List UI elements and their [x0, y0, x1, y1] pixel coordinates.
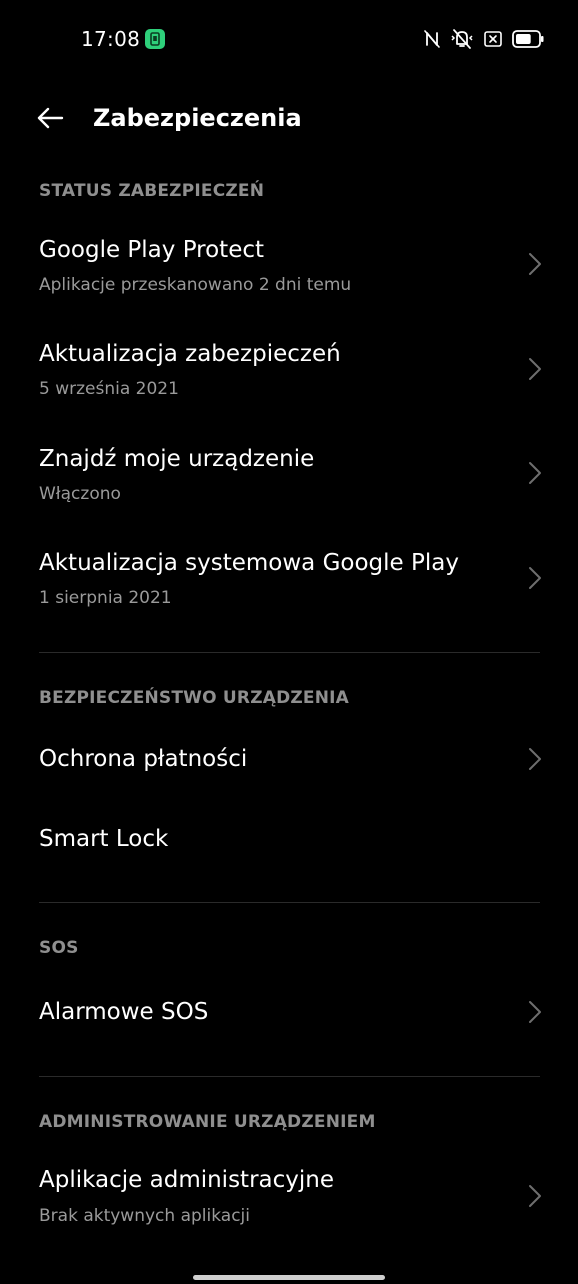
chevron-right-icon	[529, 1185, 541, 1207]
home-indicator[interactable]	[193, 1275, 385, 1280]
list-item-subtitle: 1 sierpnia 2021	[39, 588, 172, 608]
section-header-security-status: STATUS ZABEZPIECZEŃ	[39, 181, 265, 201]
list-item-subtitle: Aplikacje przeskanowano 2 dni temu	[39, 275, 352, 295]
list-item-title: Aktualizacja systemowa Google Play	[39, 550, 459, 576]
list-item-title: Smart Lock	[39, 826, 169, 852]
chevron-right-icon	[529, 567, 541, 589]
no-sim-icon	[484, 31, 502, 47]
chevron-right-icon	[529, 253, 541, 275]
status-bar: 17:08	[0, 0, 578, 78]
divider	[39, 652, 540, 653]
list-item-security-update[interactable]: Aktualizacja zabezpieczeń 5 września 202…	[0, 326, 578, 426]
list-item-title: Znajdź moje urządzenie	[39, 446, 315, 472]
list-item-title: Aplikacje administracyjne	[39, 1167, 335, 1193]
divider	[39, 902, 540, 903]
list-item-title: Aktualizacja zabezpieczeń	[39, 341, 341, 367]
page-title: Zabezpieczenia	[93, 104, 302, 132]
chevron-right-icon	[529, 358, 541, 380]
divider	[39, 1076, 540, 1077]
list-item-title: Google Play Protect	[39, 237, 265, 263]
chevron-right-icon	[529, 748, 541, 770]
list-item-google-play-system-update[interactable]: Aktualizacja systemowa Google Play 1 sie…	[0, 535, 578, 635]
list-item-find-my-device[interactable]: Znajdź moje urządzenie Włączono	[0, 430, 578, 530]
status-time: 17:08	[81, 27, 141, 51]
app-bar: Zabezpieczenia	[0, 86, 578, 150]
section-header-device-admin: ADMINISTROWANIE URZĄDZENIEM	[39, 1112, 376, 1132]
chevron-right-icon	[529, 1001, 541, 1023]
list-item-title: Alarmowe SOS	[39, 999, 209, 1025]
list-item-google-play-protect[interactable]: Google Play Protect Aplikacje przeskanow…	[0, 222, 578, 322]
app-notification-icon	[145, 29, 165, 49]
nfc-off-icon	[424, 30, 440, 48]
arrow-left-icon	[37, 107, 64, 129]
vibrate-off-icon	[450, 29, 474, 49]
list-item-title: Ochrona płatności	[39, 746, 248, 772]
section-header-device-security: BEZPIECZEŃSTWO URZĄDZENIA	[39, 688, 350, 708]
list-item-subtitle: Brak aktywnych aplikacji	[39, 1206, 250, 1226]
status-icons	[424, 28, 544, 50]
back-button[interactable]	[28, 98, 72, 138]
chevron-right-icon	[529, 462, 541, 484]
list-item-subtitle: 5 września 2021	[39, 379, 179, 399]
list-item-emergency-sos[interactable]: Alarmowe SOS	[0, 978, 578, 1048]
battery-icon	[512, 30, 544, 48]
section-header-sos: SOS	[39, 938, 79, 958]
list-item-device-admin-apps[interactable]: Aplikacje administracyjne Brak aktywnych…	[0, 1153, 578, 1253]
list-item-payment-protection[interactable]: Ochrona płatności	[0, 725, 578, 795]
list-item-subtitle: Włączono	[39, 484, 121, 504]
list-item-smart-lock[interactable]: Smart Lock	[0, 805, 578, 875]
